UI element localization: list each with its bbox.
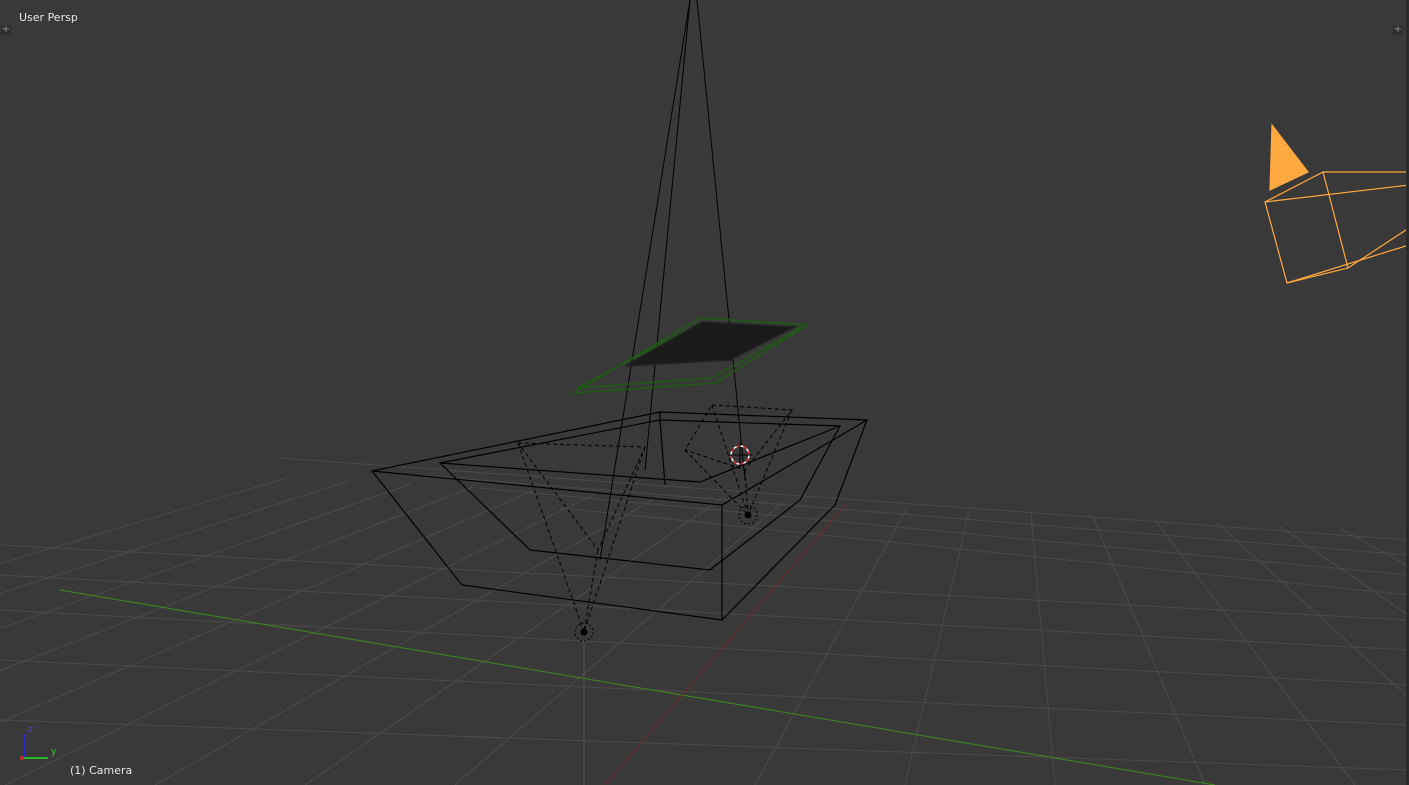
grid-line — [1154, 519, 1356, 785]
laptop-mesh — [572, 317, 811, 394]
grid-line — [1216, 522, 1409, 699]
selected-camera — [1264, 123, 1409, 284]
grid-line — [0, 480, 350, 594]
gizmo-z-label: z — [28, 725, 33, 735]
tray-wireframe — [370, 411, 868, 621]
grid-line — [0, 483, 412, 630]
x-axis-line — [604, 504, 846, 785]
grid-line — [4, 492, 598, 785]
object-label: (1) Camera — [70, 764, 133, 777]
grid-line — [0, 719, 1409, 771]
add-region-left-icon[interactable]: + — [1, 25, 11, 35]
grid-line — [0, 477, 288, 564]
grid-line — [1340, 528, 1409, 568]
add-region-right-icon[interactable]: + — [1393, 25, 1403, 35]
grid-line — [904, 510, 970, 785]
axis-gizmo-icon — [20, 734, 48, 760]
grid-line — [1092, 516, 1206, 785]
grid-line — [479, 487, 1409, 576]
grid-line — [1030, 513, 1056, 785]
grid-line — [0, 659, 1409, 726]
3d-cursor-icon — [728, 443, 752, 467]
view-label: User Persp — [19, 11, 78, 24]
grid-line — [0, 609, 1409, 686]
y-axis-line — [59, 589, 1216, 785]
grid-line — [154, 495, 660, 785]
grid-line — [754, 507, 908, 785]
viewport-scene[interactable] — [0, 0, 1409, 785]
grid-line — [0, 544, 1409, 621]
3d-viewport[interactable]: z y User Persp (1) Camera + + — [0, 0, 1409, 785]
grid-line — [454, 501, 784, 785]
grid-line — [0, 574, 1409, 651]
lamp-icons — [574, 505, 758, 642]
floor-grid — [0, 457, 1409, 785]
gizmo-y-label: y — [51, 747, 57, 757]
grid-line — [0, 486, 474, 672]
